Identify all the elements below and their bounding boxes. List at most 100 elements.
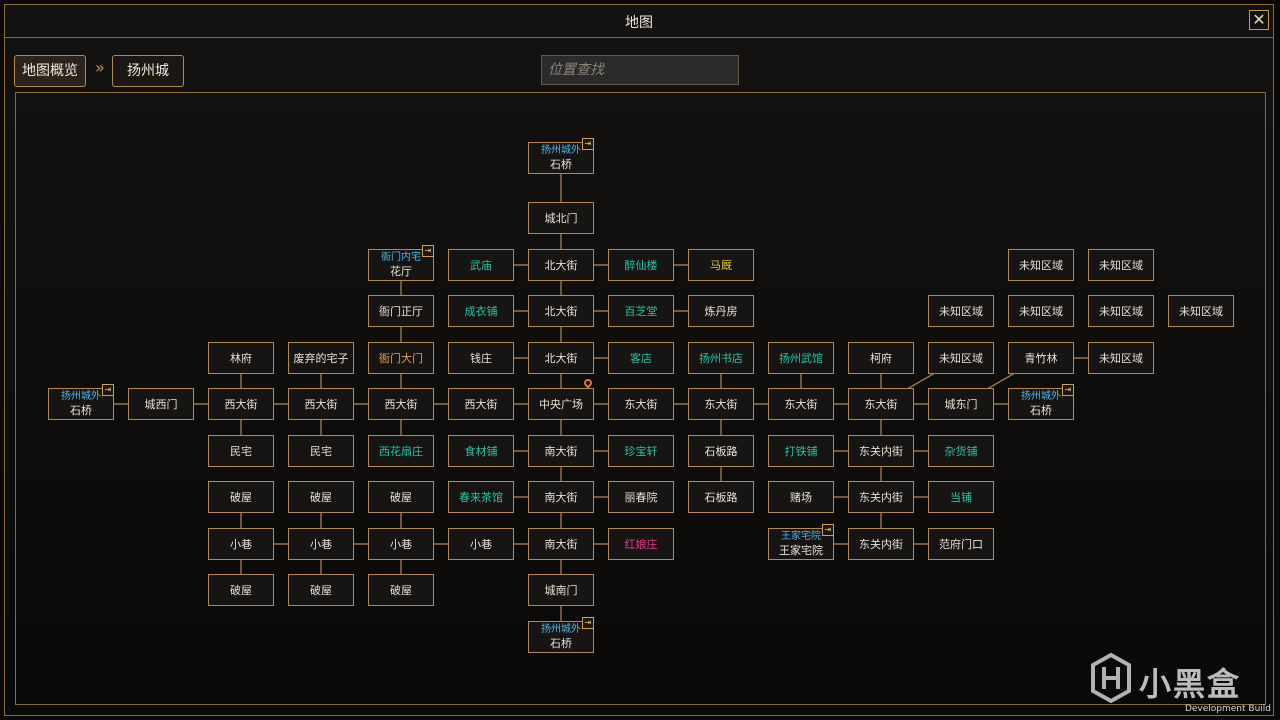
node-area-label: 衙门内宅	[381, 251, 421, 263]
map-node-wang-house[interactable]: 王家宅院 王家宅院 ⇥	[768, 524, 834, 560]
map-node-unknown-3[interactable]: 未知区域	[928, 295, 994, 327]
map-node-kefu[interactable]: 柯府	[848, 342, 914, 374]
map-node-fan-gate[interactable]: 范府门口	[928, 528, 994, 560]
breadcrumb-overview[interactable]: 地图概览	[14, 55, 86, 87]
map-node-ruin-5[interactable]: 破屋	[288, 574, 354, 606]
map-node-house-1[interactable]: 民宅	[208, 435, 274, 467]
map-node-west-gate[interactable]: 城西门	[128, 388, 194, 420]
map-node-north-st-3[interactable]: 北大街	[528, 342, 594, 374]
map-window: 地图 ✕ 地图概览 » 扬州城 扬州城外石桥⇥城北门衙门内宅花厅⇥武庙北大街醉仙…	[4, 4, 1274, 716]
map-node-casino[interactable]: 赌场	[768, 481, 834, 513]
map-node-slate-road-1[interactable]: 石板路	[688, 435, 754, 467]
map-node-east-st-2[interactable]: 东大街	[688, 388, 754, 420]
map-node-alley-2[interactable]: 小巷	[288, 528, 354, 560]
map-node-unknown-6[interactable]: 未知区域	[1168, 295, 1234, 327]
map-node-east-st-4[interactable]: 东大街	[848, 388, 914, 420]
node-label: 城东门	[944, 397, 978, 411]
map-node-tailor[interactable]: 成衣铺	[448, 295, 514, 327]
map-node-unknown-2[interactable]: 未知区域	[1088, 249, 1154, 281]
map-node-stable[interactable]: 马厩	[688, 249, 754, 281]
map-node-yamen-gate[interactable]: 衙门大门	[368, 342, 434, 374]
map-node-unknown-4[interactable]: 未知区域	[1008, 295, 1074, 327]
map-node-south-st-1[interactable]: 南大街	[528, 435, 594, 467]
map-node-food-shop[interactable]: 食材铺	[448, 435, 514, 467]
map-node-zuixian[interactable]: 醉仙楼	[608, 249, 674, 281]
map-node-ruin-3[interactable]: 破屋	[368, 481, 434, 513]
node-label: 破屋	[390, 583, 412, 597]
location-search-input[interactable]	[541, 55, 739, 85]
map-node-north-st-2[interactable]: 北大街	[528, 295, 594, 327]
breadcrumb-separator-icon: »	[95, 58, 105, 77]
map-node-smithy[interactable]: 打铁铺	[768, 435, 834, 467]
map-node-zhenbao[interactable]: 珍宝轩	[608, 435, 674, 467]
node-label: 东大街	[784, 397, 818, 411]
map-node-south-st-3[interactable]: 南大街	[528, 528, 594, 560]
close-button[interactable]: ✕	[1249, 10, 1269, 30]
map-node-alley-4[interactable]: 小巷	[448, 528, 514, 560]
node-label: 未知区域	[1179, 304, 1223, 318]
node-label: 破屋	[310, 490, 332, 504]
map-node-east-inner-3[interactable]: 东关内街	[848, 528, 914, 560]
node-label: 炼丹房	[704, 304, 738, 318]
map-node-west-st-4[interactable]: 西大街	[448, 388, 514, 420]
map-node-north-gate[interactable]: 城北门	[528, 202, 594, 234]
map-node-bamboo[interactable]: 青竹林	[1008, 342, 1074, 374]
map-node-linfu[interactable]: 林府	[208, 342, 274, 374]
map-node-ruin-2[interactable]: 破屋	[288, 481, 354, 513]
breadcrumb-current[interactable]: 扬州城	[112, 55, 184, 87]
map-node-inn[interactable]: 客店	[608, 342, 674, 374]
map-node-west-st-2[interactable]: 西大街	[288, 388, 354, 420]
map-node-ruin-6[interactable]: 破屋	[368, 574, 434, 606]
map-node-east-st-1[interactable]: 东大街	[608, 388, 674, 420]
map-node-stonebridge-n[interactable]: 扬州城外 石桥 ⇥	[528, 138, 594, 174]
map-node-east-st-3[interactable]: 东大街	[768, 388, 834, 420]
exit-icon: ⇥	[102, 384, 114, 396]
map-node-alchemy[interactable]: 炼丹房	[688, 295, 754, 327]
map-node-unknown-7[interactable]: 未知区域	[928, 342, 994, 374]
map-node-teahouse[interactable]: 春来茶馆	[448, 481, 514, 513]
map-node-south-st-2[interactable]: 南大街	[528, 481, 594, 513]
map-node-martial-hall[interactable]: 扬州武馆	[768, 342, 834, 374]
map-node-yamen-inner[interactable]: 衙门内宅 花厅 ⇥	[368, 245, 434, 281]
map-node-east-inner-1[interactable]: 东关内街	[848, 435, 914, 467]
map-node-wumiao[interactable]: 武庙	[448, 249, 514, 281]
map-node-east-inner-2[interactable]: 东关内街	[848, 481, 914, 513]
map-node-abandoned[interactable]: 废弃的宅子	[288, 342, 354, 374]
map-node-stonebridge-s[interactable]: 扬州城外 石桥 ⇥	[528, 617, 594, 653]
map-node-ruin-4[interactable]: 破屋	[208, 574, 274, 606]
map-node-fan-shop[interactable]: 西花扇庄	[368, 435, 434, 467]
map-node-unknown-8[interactable]: 未知区域	[1088, 342, 1154, 374]
map-node-central-square[interactable]: 中央广场	[528, 377, 594, 420]
exit-icon: ⇥	[582, 138, 594, 150]
map-node-alley-1[interactable]: 小巷	[208, 528, 274, 560]
map-node-ruin-1[interactable]: 破屋	[208, 481, 274, 513]
node-label: 石桥	[1030, 403, 1052, 417]
map-node-west-st-3[interactable]: 西大街	[368, 388, 434, 420]
map-node-south-gate[interactable]: 城南门	[528, 574, 594, 606]
map-node-grocery[interactable]: 杂货铺	[928, 435, 994, 467]
map-node-east-gate[interactable]: 城东门	[928, 388, 994, 420]
map-node-slate-road-2[interactable]: 石板路	[688, 481, 754, 513]
node-label: 石板路	[704, 444, 738, 458]
map-node-north-st-1[interactable]: 北大街	[528, 249, 594, 281]
map-node-unknown-5[interactable]: 未知区域	[1088, 295, 1154, 327]
map-node-yamen-hall[interactable]: 衙门正厅	[368, 295, 434, 327]
node-label: 东关内街	[859, 537, 903, 551]
exit-icon: ⇥	[1062, 384, 1074, 396]
node-label: 小巷	[230, 537, 252, 551]
map-node-house-2[interactable]: 民宅	[288, 435, 354, 467]
map-node-stonebridge-w[interactable]: 扬州城外 石桥 ⇥	[48, 384, 114, 420]
map-node-baizhi[interactable]: 百芝堂	[608, 295, 674, 327]
node-label: 衙门大门	[379, 351, 423, 365]
map-node-alley-3[interactable]: 小巷	[368, 528, 434, 560]
map-node-lichun[interactable]: 丽春院	[608, 481, 674, 513]
map-node-hongniang[interactable]: 红娘庄	[608, 528, 674, 560]
map-node-west-st-1[interactable]: 西大街	[208, 388, 274, 420]
map-node-unknown-1[interactable]: 未知区域	[1008, 249, 1074, 281]
node-label: 西大街	[304, 397, 338, 411]
map-node-stonebridge-e[interactable]: 扬州城外 石桥 ⇥	[1008, 384, 1074, 420]
map-node-pawnshop[interactable]: 当铺	[928, 481, 994, 513]
map-node-bookstore[interactable]: 扬州书店	[688, 342, 754, 374]
map-node-bank[interactable]: 钱庄	[448, 342, 514, 374]
exit-icon: ⇥	[822, 524, 834, 536]
